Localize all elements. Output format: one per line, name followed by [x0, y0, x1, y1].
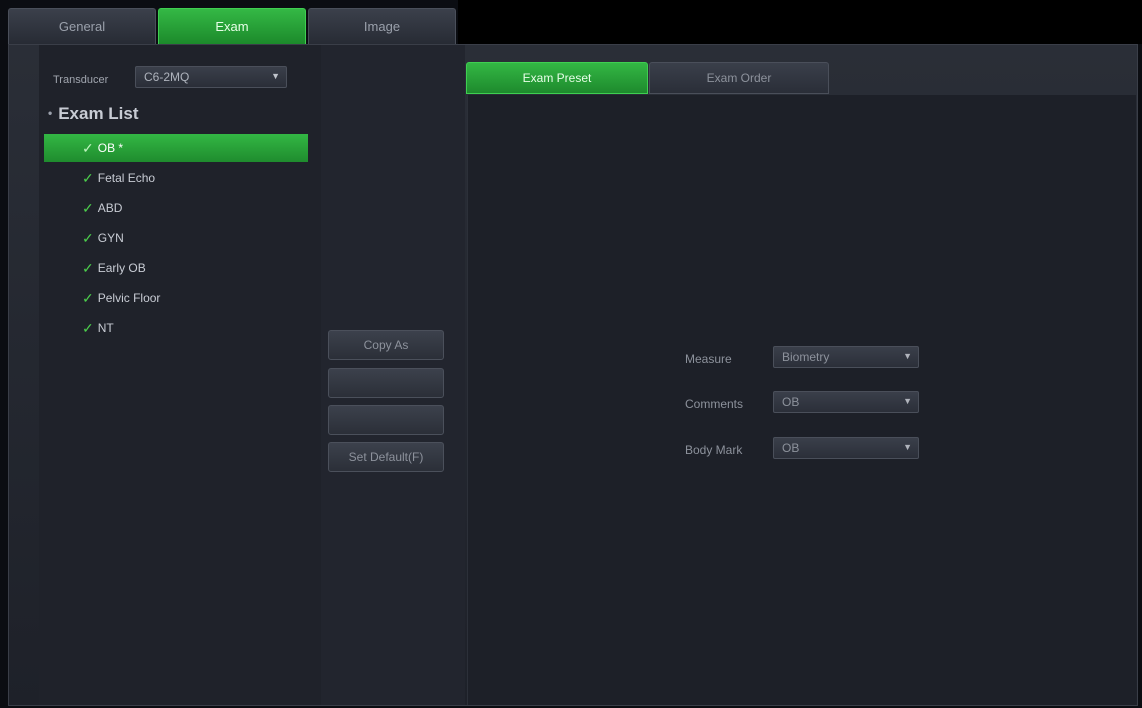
exam-list-heading: • Exam List — [48, 104, 139, 124]
set-default-button[interactable]: Set Default(F) — [328, 442, 444, 472]
body-mark-value: OB — [782, 441, 800, 455]
exam-item-pelvic-floor[interactable]: ✓ Pelvic Floor — [44, 284, 308, 312]
chevron-down-icon: ▼ — [271, 71, 280, 81]
exam-item-label: Fetal Echo — [97, 171, 156, 185]
exam-item-nt[interactable]: ✓ NT — [44, 314, 308, 342]
measure-select[interactable]: Biometry ▼ — [773, 346, 919, 368]
tab-general[interactable]: General — [8, 8, 156, 44]
exam-item-label: Pelvic Floor — [97, 291, 161, 305]
chevron-down-icon: ▼ — [903, 396, 912, 406]
comments-value: OB — [782, 395, 800, 409]
check-icon: ✓ — [82, 319, 94, 336]
transducer-select[interactable]: C6-2MQ ▼ — [135, 66, 287, 88]
exam-item-label: GYN — [97, 231, 124, 245]
check-icon: ✓ — [82, 229, 94, 246]
check-icon: ✓ — [82, 259, 94, 276]
exam-item-label: Early OB — [97, 261, 146, 275]
exam-item-label: OB * — [97, 141, 124, 155]
check-icon: ✓ — [82, 199, 94, 216]
tab-image[interactable]: Image — [308, 8, 456, 44]
exam-item-abd[interactable]: ✓ ABD — [44, 194, 308, 222]
top-bar-background — [458, 0, 1142, 44]
exam-item-gyn[interactable]: ✓ GYN — [44, 224, 308, 252]
blank-button-1[interactable] — [328, 368, 444, 398]
top-tab-bar: General Exam Image — [8, 8, 456, 44]
check-icon: ✓ — [82, 289, 94, 306]
exam-item-label: ABD — [97, 201, 123, 215]
tab-exam-order[interactable]: Exam Order — [649, 62, 829, 94]
copy-as-button[interactable]: Copy As — [328, 330, 444, 360]
check-icon: ✓ — [82, 169, 94, 186]
tab-exam[interactable]: Exam — [158, 8, 306, 44]
chevron-down-icon: ▼ — [903, 442, 912, 452]
exam-item-label: NT — [97, 321, 114, 335]
bullet-icon: • — [48, 106, 53, 120]
comments-label: Comments — [685, 397, 744, 411]
tab-exam-preset[interactable]: Exam Preset — [466, 62, 648, 94]
body-mark-label: Body Mark — [685, 443, 743, 457]
measure-label: Measure — [685, 352, 732, 366]
transducer-label: Transducer — [53, 74, 109, 86]
exam-item-fetal-echo[interactable]: ✓ Fetal Echo — [44, 164, 308, 192]
exam-item-ob[interactable]: ✓ OB * — [44, 134, 308, 162]
chevron-down-icon: ▼ — [903, 351, 912, 361]
app-frame: General Exam Image Transducer C6-2MQ ▼ •… — [0, 0, 1142, 708]
comments-select[interactable]: OB ▼ — [773, 391, 919, 413]
blank-button-2[interactable] — [328, 405, 444, 435]
body-mark-select[interactable]: OB ▼ — [773, 437, 919, 459]
transducer-value: C6-2MQ — [144, 70, 190, 84]
check-icon: ✓ — [82, 139, 94, 156]
exam-item-early-ob[interactable]: ✓ Early OB — [44, 254, 308, 282]
exam-list-title: Exam List — [58, 104, 139, 123]
measure-value: Biometry — [782, 350, 830, 364]
